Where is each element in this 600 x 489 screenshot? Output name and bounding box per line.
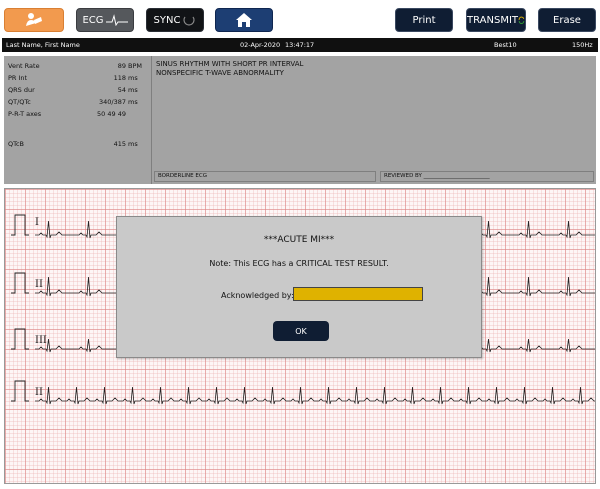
ecg-button[interactable]: ECG <box>76 8 134 32</box>
sync-circle-icon <box>183 16 196 26</box>
measurement-label: QRS dur <box>8 86 35 94</box>
lead-label: II <box>35 387 43 398</box>
measurement-value: 118 <box>113 74 126 82</box>
measurement-label: Vent Rate <box>8 62 40 70</box>
patient-button[interactable] <box>4 8 64 32</box>
sync-label: SYNC <box>153 14 181 26</box>
measurement-unit: ms <box>128 74 138 82</box>
report-info-panel: Vent Rate 89 BPM PR Int 118 ms QRS dur 5… <box>4 56 596 184</box>
print-button[interactable]: Print <box>395 8 453 32</box>
calibration-pulse <box>11 272 29 294</box>
reviewed-by-field[interactable]: REVIEWED BY ________________________ <box>380 171 594 182</box>
measurement-row: QT/QTc 340/387 ms <box>8 98 148 107</box>
calibration-pulse <box>11 328 29 350</box>
measurements-panel: Vent Rate 89 BPM PR Int 118 ms QRS dur 5… <box>4 56 152 184</box>
measurement-value: 89 <box>117 62 126 70</box>
critical-result-dialog: ***ACUTE MI*** Note: This ECG has a CRIT… <box>116 216 482 358</box>
measurement-row: P-R-T axes 50 49 49 <box>8 110 148 119</box>
home-button[interactable] <box>215 8 273 32</box>
dialog-title: ***ACUTE MI*** <box>263 235 335 245</box>
frequency-setting: 150Hz <box>572 41 593 49</box>
lead-label: I <box>35 217 39 228</box>
dialog-note: Note: This ECG has a CRITICAL TEST RESUL… <box>209 259 389 268</box>
measurement-unit: ms <box>128 86 138 94</box>
exam-date: 02-Apr-2020 <box>240 41 281 49</box>
measurement-row: QRS dur 54 ms <box>8 86 148 95</box>
exam-time: 13:47:17 <box>285 41 315 49</box>
measurement-value: 340/387 <box>98 98 126 106</box>
measurement-label: QT/QTc <box>8 98 31 106</box>
measurement-label: PR Int <box>8 74 28 82</box>
ok-button[interactable]: OK <box>273 321 329 341</box>
transmit-label: TRANSMIT <box>467 14 519 26</box>
interpretation-line: NONSPECIFIC T-WAVE ABNORMALITY <box>156 69 284 77</box>
interpretation-line: SINUS RHYTHM WITH SHORT PR INTERVAL <box>156 60 304 68</box>
measurement-unit: ms <box>128 98 138 106</box>
calibration-pulse <box>11 380 29 402</box>
measurement-unit: BPM <box>128 62 142 70</box>
acknowledged-by-label: Acknowledged by: <box>221 291 294 300</box>
home-icon <box>236 13 252 27</box>
print-label: Print <box>412 14 436 26</box>
interpretation-text: SINUS RHYTHM WITH SHORT PR INTERVAL NONS… <box>156 60 303 78</box>
classification-label: BORDERLINE ECG <box>154 171 376 182</box>
measurement-label: QTcB <box>8 140 25 148</box>
lead-label: II <box>35 279 43 290</box>
patient-bar: Last Name, First Name 02-Apr-2020 13:47:… <box>2 38 598 52</box>
patient-icon <box>26 13 42 26</box>
transmit-button[interactable]: TRANSMIT <box>466 8 526 32</box>
measurement-value: 415 <box>113 140 126 148</box>
acknowledged-by-input[interactable] <box>293 287 423 301</box>
sync-button[interactable]: SYNC <box>146 8 204 32</box>
ecg-label: ECG <box>82 14 104 26</box>
toolbar: ECG SYNC Print TRANSMIT Erase <box>0 0 600 38</box>
measurement-unit: ms <box>128 140 138 148</box>
calibration-pulse <box>11 214 29 236</box>
measurement-row: QTcB 415 ms <box>8 140 148 149</box>
measurement-value: 54 <box>117 86 126 94</box>
lead-label: III <box>35 335 47 346</box>
transmit-arrows-icon <box>518 16 525 24</box>
ecg-wave-icon <box>105 14 128 26</box>
measurement-row: PR Int 118 ms <box>8 74 148 83</box>
measurement-value: 50 49 49 <box>97 110 126 118</box>
measurement-label: P-R-T axes <box>8 110 42 118</box>
ecg-trace <box>35 386 595 405</box>
measurement-row: Vent Rate 89 BPM <box>8 62 148 71</box>
patient-name[interactable]: Last Name, First Name <box>6 41 80 49</box>
filter-setting: Best10 <box>494 41 517 49</box>
erase-label: Erase <box>553 14 581 26</box>
erase-button[interactable]: Erase <box>538 8 596 32</box>
